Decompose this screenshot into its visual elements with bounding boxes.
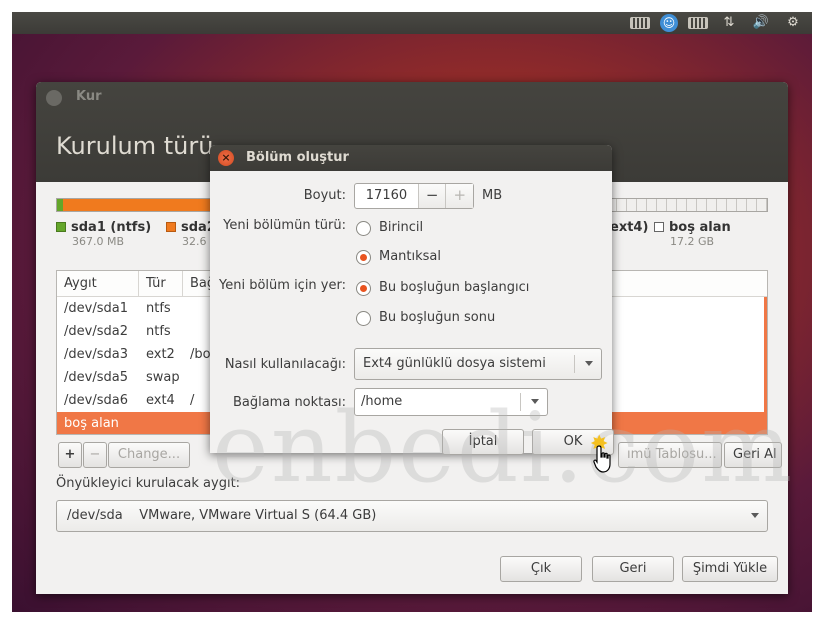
chevron-down-icon <box>585 361 593 366</box>
partition-bar-sda2 <box>63 199 213 211</box>
size-input[interactable]: 17160 <box>355 184 418 208</box>
create-partition-dialog: × Bölüm oluştur Boyut: 17160 − + MB Yeni… <box>210 145 614 455</box>
dialog-title: Bölüm oluştur <box>246 150 349 165</box>
use-as-label: Nasıl kullanılacağı: <box>224 357 346 372</box>
install-now-button[interactable]: Şimdi Yükle <box>682 556 778 582</box>
legend-sda2: sda2 32.6 <box>166 220 216 248</box>
change-partition-button[interactable]: Change... <box>108 442 190 468</box>
bootloader-device-value: /dev/sda VMware, VMware Virtual S (64.4 … <box>67 508 377 523</box>
column-type[interactable]: Tür <box>139 271 183 296</box>
radio-logical[interactable]: Mantıksal <box>356 246 441 268</box>
keyboard-layout-icon[interactable] <box>688 17 708 29</box>
top-panel: ☺ ⇅ 🔊 ⚙ <box>12 12 812 34</box>
radio-button[interactable] <box>356 220 371 236</box>
column-device[interactable]: Aygıt <box>57 271 139 296</box>
add-partition-button[interactable]: + <box>58 442 82 468</box>
size-label: Boyut: <box>303 188 346 203</box>
size-decrease-button[interactable]: − <box>417 184 446 208</box>
close-icon[interactable]: × <box>218 150 234 166</box>
bootloader-label: Önyükleyici kurulacak aygıt: <box>56 476 241 491</box>
legend-swatch <box>166 222 176 232</box>
quit-button[interactable]: Çık <box>500 556 582 582</box>
keyboard-icon[interactable] <box>630 17 650 29</box>
radio-location-start[interactable]: Bu boşluğun başlangıcı <box>356 277 529 299</box>
table-scrollbar[interactable] <box>764 297 767 434</box>
cancel-button[interactable]: İptal <box>442 429 524 455</box>
radio-primary[interactable]: Birincil <box>356 217 423 239</box>
network-icon[interactable]: ⇅ <box>718 12 740 34</box>
radio-button[interactable] <box>356 280 371 296</box>
size-increase-button[interactable]: + <box>445 184 474 208</box>
location-label: Yeni bölüm için yer: <box>219 278 346 293</box>
use-as-select[interactable]: Ext4 günlüklü dosya sistemi <box>354 348 602 380</box>
radio-button[interactable] <box>356 249 371 265</box>
back-button[interactable]: Geri <box>592 556 674 582</box>
chevron-down-icon <box>751 513 759 518</box>
desktop: ☺ ⇅ 🔊 ⚙ Kur Kurulum türü sda1 (ntfs) 367… <box>12 12 812 612</box>
mount-point-label: Bağlama noktası: <box>232 395 346 410</box>
use-as-value: Ext4 günlüklü dosya sistemi <box>363 356 546 371</box>
size-stepper[interactable]: 17160 − + <box>354 183 474 209</box>
page-title: Kurulum türü <box>56 132 214 160</box>
revert-button[interactable]: Geri Al <box>724 442 782 468</box>
new-partition-table-button[interactable]: ımü Tablosu... <box>618 442 722 468</box>
legend-swatch <box>56 222 66 232</box>
close-icon[interactable] <box>46 90 62 106</box>
gear-icon[interactable]: ⚙ <box>782 12 804 34</box>
radio-location-end[interactable]: Bu boşluğun sonu <box>356 307 495 329</box>
volume-icon[interactable]: 🔊 <box>750 12 772 34</box>
legend-ext4: ext4) <box>610 220 649 235</box>
legend-free-space: boş alan 17.2 GB <box>654 220 731 248</box>
partition-type-label: Yeni bölümün türü: <box>223 218 346 233</box>
legend-swatch <box>654 222 664 232</box>
mount-point-value: /home <box>361 394 403 409</box>
accessibility-icon[interactable]: ☺ <box>660 14 678 32</box>
legend-sda1: sda1 (ntfs) 367.0 MB <box>56 220 151 248</box>
ok-button[interactable]: OK <box>532 429 614 455</box>
window-title: Kur <box>76 89 102 104</box>
size-unit: MB <box>482 188 503 203</box>
chevron-down-icon[interactable] <box>531 399 539 404</box>
mount-point-input[interactable]: /home <box>354 388 548 416</box>
dialog-titlebar: × Bölüm oluştur <box>210 145 612 171</box>
remove-partition-button[interactable]: − <box>83 442 107 468</box>
bootloader-device-select[interactable]: /dev/sda VMware, VMware Virtual S (64.4 … <box>56 500 768 532</box>
radio-button[interactable] <box>356 310 371 326</box>
